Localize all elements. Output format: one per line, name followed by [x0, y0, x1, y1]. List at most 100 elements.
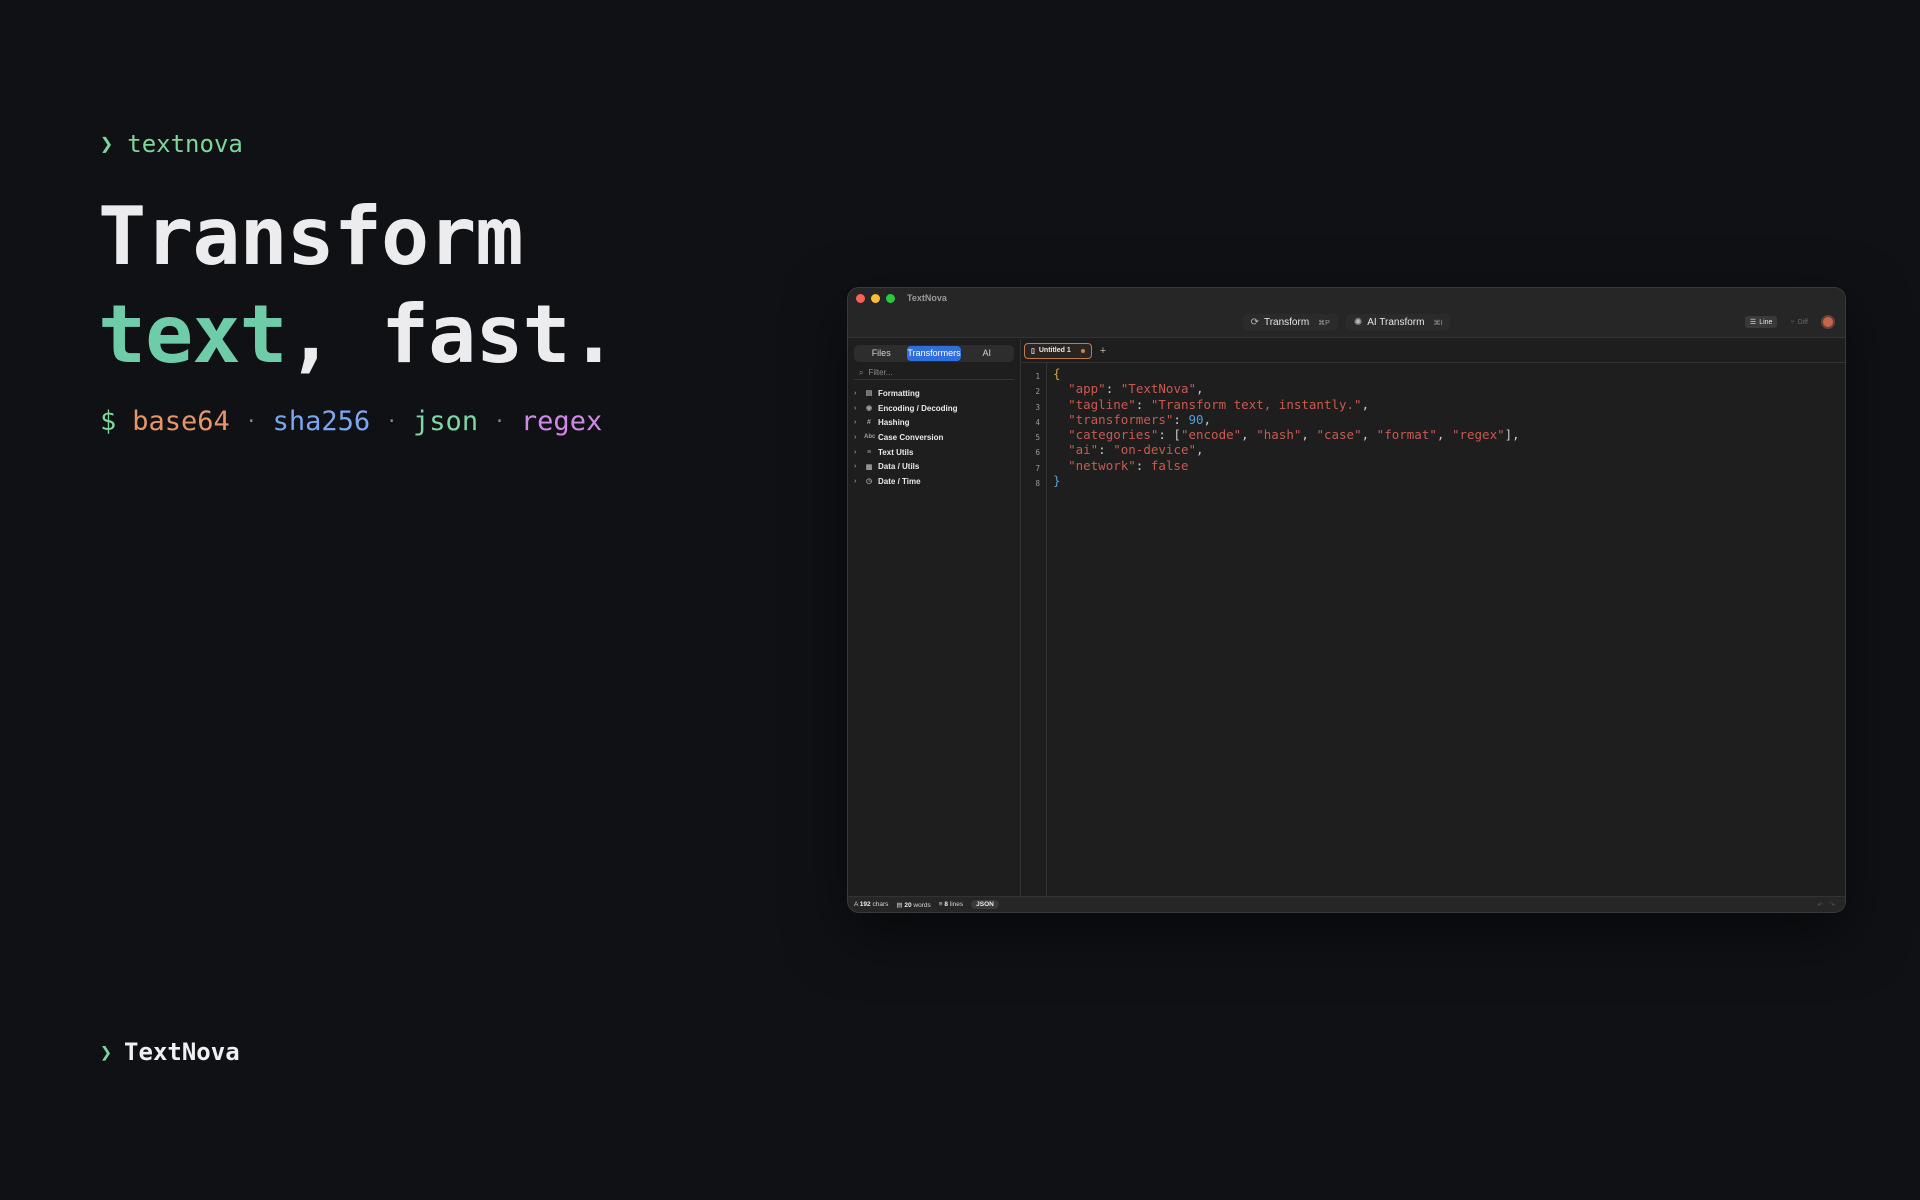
filter-placeholder: Filter...	[868, 368, 893, 377]
status-bar: A 192 chars ▤ 20 words ≡ 8 lines JSON ↶ …	[848, 896, 1845, 912]
line-number: 6	[1035, 448, 1040, 458]
titlebar: TextNova	[848, 288, 1845, 308]
code-line: "tagline": "Transform text, instantly.",	[1068, 396, 1370, 412]
separator: ·	[386, 411, 398, 432]
undo-icon[interactable]: ↶	[1817, 901, 1823, 909]
lines-count: ≡ 8 lines	[938, 901, 964, 908]
sidebar-item-label: Encoding / Decoding	[878, 403, 958, 413]
command-sha256: sha256	[272, 406, 371, 437]
tab-transformers[interactable]: Transformers	[907, 346, 961, 361]
sidebar-item-encoding[interactable]: › ◉ Encoding / Decoding	[848, 401, 1020, 416]
words-icon: ▤	[896, 901, 903, 909]
chevron-right-icon[interactable]: ›	[854, 434, 860, 441]
code-line: {	[1053, 366, 1061, 381]
lines-icon: ≡	[938, 901, 943, 908]
brain-icon: ✺	[1353, 317, 1363, 328]
sidebar-item-hashing[interactable]: › # Hashing	[848, 415, 1020, 430]
hash-icon: #	[867, 419, 871, 427]
ai-transform-button[interactable]: ✺ AI Transform ⌘I	[1345, 314, 1451, 331]
code-line: "app": "TextNova",	[1068, 381, 1204, 397]
line-number: 1	[1035, 372, 1040, 381]
chevron-right-icon[interactable]: ›	[854, 405, 860, 412]
line-view-button[interactable]: ☰ Line	[1744, 316, 1778, 328]
line-number: 2	[1035, 387, 1040, 397]
list-icon: ☰	[1749, 319, 1757, 326]
tab-label: Untitled 1	[1038, 347, 1071, 354]
command-list: $ base64 · sha256 · json · regex	[100, 406, 602, 437]
headline-rest: , fast.	[286, 288, 618, 381]
sidebar-item-data-utils[interactable]: › ▦ Data / Utils	[848, 459, 1020, 474]
tab-ai[interactable]: AI	[961, 346, 1013, 361]
app-window: TextNova ⟳ Transform ⌘P ✺ AI Transform ⌘…	[847, 287, 1846, 913]
sidebar-item-label: Case Conversion	[878, 432, 944, 442]
modified-indicator	[1080, 348, 1085, 353]
code-editor[interactable]: 1 2 3 4 5 6 7 8 { "app": "TextNova", "ta…	[1021, 363, 1845, 896]
code-lines[interactable]: { "app": "TextNova", "tagline": "Transfo…	[1047, 363, 1520, 896]
sidebar-item-case-conversion[interactable]: › Abc Case Conversion	[848, 430, 1020, 445]
brand-name: textnova	[127, 130, 243, 158]
case-icon: Abc	[864, 434, 876, 441]
editor-tabs: ▯ Untitled 1 +	[1021, 339, 1845, 363]
table-icon: ▦	[865, 463, 873, 471]
sidebar-item-label: Data / Utils	[878, 462, 920, 472]
chevron-right-icon[interactable]: ›	[854, 390, 860, 397]
sidebar-item-text-utils[interactable]: › ≡ Text Utils	[848, 445, 1020, 460]
text-size-icon: A	[854, 901, 858, 908]
command-regex: regex	[520, 406, 603, 437]
search-icon: ⌕	[859, 367, 864, 377]
avatar[interactable]	[1821, 315, 1835, 329]
line-number: 3	[1035, 402, 1040, 412]
refresh-icon: ⟳	[1250, 317, 1259, 328]
close-window-button[interactable]	[856, 293, 865, 303]
brand-header: ❯ textnova	[100, 130, 243, 158]
diff-icon: ⑂	[1790, 318, 1795, 326]
footer-brand: ❯ TextNova	[100, 1038, 240, 1066]
chevron-right-icon[interactable]: ›	[854, 463, 860, 470]
ai-transform-label: AI Transform	[1367, 317, 1425, 328]
sidebar-item-date-time[interactable]: › ◷ Date / Time	[848, 474, 1020, 489]
text-lines-icon: ≡	[866, 448, 872, 456]
transform-shortcut: ⌘P	[1318, 319, 1330, 327]
transform-button[interactable]: ⟳ Transform ⌘P	[1242, 314, 1338, 331]
status-actions: ↶ ↷	[1817, 901, 1835, 909]
line-number: 7	[1035, 463, 1040, 473]
sidebar-item-formatting[interactable]: › ▤ Formatting	[848, 386, 1020, 401]
redo-icon[interactable]: ↷	[1829, 901, 1835, 909]
command-json: json	[413, 406, 479, 437]
sidebar-item-label: Date / Time	[878, 476, 921, 486]
separator: ·	[245, 411, 257, 432]
headline-line-2: text, fast.	[98, 286, 618, 384]
chevron-right-icon[interactable]: ›	[854, 449, 860, 456]
footer-brand-name: TextNova	[124, 1038, 240, 1066]
file-icon: ▯	[1031, 347, 1035, 355]
headline: Transform text, fast.	[98, 188, 618, 384]
separator: ·	[494, 411, 505, 432]
sidebar-item-label: Formatting	[878, 388, 920, 398]
sidebar-item-label: Text Utils	[878, 447, 914, 457]
line-number: 4	[1035, 417, 1040, 427]
code-line: }	[1053, 473, 1061, 489]
language-badge[interactable]: JSON	[971, 900, 999, 909]
code-line: "network": false	[1068, 457, 1189, 473]
diff-view-button[interactable]: ⑂ Diff	[1785, 317, 1813, 328]
chevron-icon: ❯	[100, 1040, 113, 1064]
chevron-right-icon[interactable]: ›	[854, 419, 860, 426]
tab-files[interactable]: Files	[855, 346, 907, 361]
sidebar: Files Transformers AI ⌕ Filter... › ▤ Fo…	[848, 339, 1021, 896]
tab-untitled-1[interactable]: ▯ Untitled 1	[1024, 342, 1092, 359]
line-number-gutter: 1 2 3 4 5 6 7 8	[1021, 363, 1047, 896]
chevron-right-icon[interactable]: ›	[854, 478, 860, 485]
code-line: "transformers": 90,	[1068, 411, 1212, 427]
main-content: Files Transformers AI ⌕ Filter... › ▤ Fo…	[848, 339, 1845, 896]
zoom-window-button[interactable]	[886, 293, 895, 303]
headline-line-1: Transform	[98, 190, 523, 283]
sidebar-item-label: Hashing	[878, 418, 910, 428]
toolbar-right: ☰ Line ⑂ Diff	[1744, 315, 1835, 329]
filter-input[interactable]: ⌕ Filter...	[854, 366, 1014, 380]
transform-label: Transform	[1263, 317, 1310, 328]
code-line: "ai": "on-device",	[1068, 442, 1204, 458]
diff-label: Diff	[1797, 318, 1808, 326]
line-number: 8	[1035, 479, 1040, 489]
add-tab-button[interactable]: +	[1100, 345, 1106, 357]
minimize-window-button[interactable]	[871, 293, 880, 303]
